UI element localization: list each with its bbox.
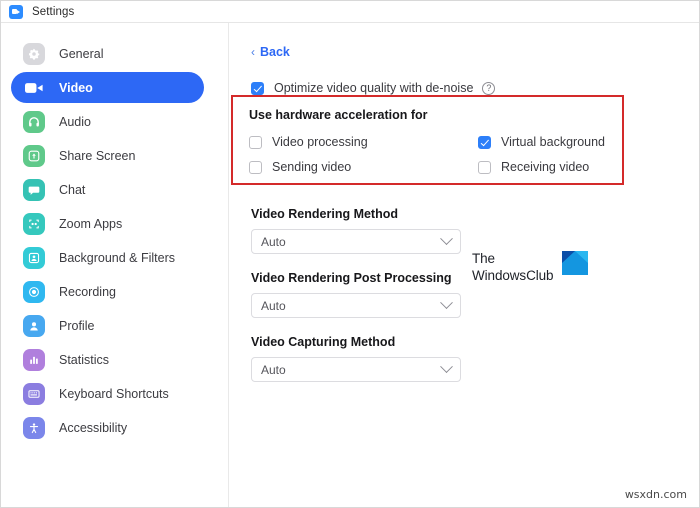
chevron-down-icon <box>440 232 453 245</box>
sidebar-item-label: Accessibility <box>59 421 127 435</box>
brand-line-1: The <box>472 250 553 267</box>
zoom-apps-icon <box>23 213 45 235</box>
title-bar: Settings <box>1 1 699 23</box>
brand-watermark-text: The WindowsClub <box>472 250 553 284</box>
video-capturing-method-select[interactable]: Auto <box>251 357 461 382</box>
video-capturing-method-group: Video Capturing Method Auto <box>251 335 699 382</box>
chevron-down-icon <box>440 360 453 373</box>
back-button[interactable]: ‹ Back <box>251 45 290 59</box>
back-button-label: Back <box>260 45 290 59</box>
sidebar-item-zoom-apps[interactable]: Zoom Apps <box>11 208 204 239</box>
accessibility-icon <box>23 417 45 439</box>
chevron-down-icon <box>440 296 453 309</box>
record-circle-icon <box>23 281 45 303</box>
sidebar-item-accessibility[interactable]: Accessibility <box>11 412 204 443</box>
windowsclub-logo-icon <box>562 251 588 275</box>
video-rendering-post-processing-value: Auto <box>261 299 286 313</box>
sidebar-item-label: Chat <box>59 183 85 197</box>
sidebar-item-label: Statistics <box>59 353 109 367</box>
zoom-camera-icon <box>9 5 23 19</box>
receiving-video-checkbox[interactable] <box>478 161 491 174</box>
sidebar-item-general[interactable]: General <box>11 38 204 69</box>
video-rendering-method-group: Video Rendering Method Auto <box>251 207 699 254</box>
video-rendering-method-label: Video Rendering Method <box>251 207 699 221</box>
sidebar-item-label: Share Screen <box>59 149 135 163</box>
keyboard-icon <box>23 383 45 405</box>
bar-chart-icon <box>23 349 45 371</box>
chat-bubble-icon <box>23 179 45 201</box>
hardware-acceleration-row-1: Video processing Virtual background <box>249 135 622 149</box>
help-icon[interactable]: ? <box>482 82 495 95</box>
sidebar-item-label: General <box>59 47 103 61</box>
video-rendering-post-processing-select[interactable]: Auto <box>251 293 461 318</box>
sidebar-item-label: Video <box>59 81 93 95</box>
window-title: Settings <box>32 6 74 18</box>
sidebar-item-label: Profile <box>59 319 94 333</box>
sidebar-item-share-screen[interactable]: Share Screen <box>11 140 204 171</box>
sending-video-checkbox[interactable] <box>249 161 262 174</box>
headphones-icon <box>23 111 45 133</box>
sidebar-item-label: Background & Filters <box>59 251 175 265</box>
hardware-acceleration-title: Use hardware acceleration for <box>249 108 622 122</box>
window-body: General Video Audio Share Screen <box>1 23 699 507</box>
sidebar-item-keyboard-shortcuts[interactable]: Keyboard Shortcuts <box>11 378 204 409</box>
virtual-background-checkbox[interactable] <box>478 136 491 149</box>
video-processing-checkbox[interactable] <box>249 136 262 149</box>
sidebar-item-recording[interactable]: Recording <box>11 276 204 307</box>
denoise-checkbox-row[interactable]: Optimize video quality with de-noise ? <box>251 81 699 95</box>
hardware-acceleration-highlight: Use hardware acceleration for Video proc… <box>231 95 624 185</box>
receiving-video-label: Receiving video <box>501 160 589 174</box>
video-camera-icon <box>23 77 45 99</box>
sidebar-item-label: Audio <box>59 115 91 129</box>
virtual-background-label: Virtual background <box>501 135 605 149</box>
sidebar-item-label: Keyboard Shortcuts <box>59 387 169 401</box>
person-icon <box>23 315 45 337</box>
video-rendering-method-value: Auto <box>261 235 286 249</box>
denoise-label: Optimize video quality with de-noise <box>274 81 473 95</box>
gear-icon <box>23 43 45 65</box>
video-processing-label: Video processing <box>272 135 368 149</box>
receiving-video-row[interactable]: Receiving video <box>478 160 589 174</box>
background-filters-icon <box>23 247 45 269</box>
video-settings-panel: ‹ Back Optimize video quality with de-no… <box>229 23 699 507</box>
video-capturing-method-value: Auto <box>261 363 286 377</box>
hardware-acceleration-row-2: Sending video Receiving video <box>249 160 622 174</box>
settings-window: Settings General Video Audio <box>0 0 700 508</box>
sidebar-item-statistics[interactable]: Statistics <box>11 344 204 375</box>
sidebar-item-chat[interactable]: Chat <box>11 174 204 205</box>
site-watermark: wsxdn.com <box>625 488 687 501</box>
sidebar-item-profile[interactable]: Profile <box>11 310 204 341</box>
video-rendering-method-select[interactable]: Auto <box>251 229 461 254</box>
sending-video-row[interactable]: Sending video <box>249 160 478 174</box>
denoise-checkbox[interactable] <box>251 82 264 95</box>
sidebar-item-video[interactable]: Video <box>11 72 204 103</box>
settings-sidebar: General Video Audio Share Screen <box>1 23 229 507</box>
brand-line-2: WindowsClub <box>472 267 553 284</box>
virtual-background-row[interactable]: Virtual background <box>478 135 605 149</box>
sidebar-item-label: Recording <box>59 285 116 299</box>
sidebar-item-label: Zoom Apps <box>59 217 122 231</box>
share-screen-icon <box>23 145 45 167</box>
chevron-left-icon: ‹ <box>251 45 255 59</box>
video-processing-row[interactable]: Video processing <box>249 135 478 149</box>
sidebar-item-background-filters[interactable]: Background & Filters <box>11 242 204 273</box>
brand-watermark: The WindowsClub <box>472 250 588 284</box>
sending-video-label: Sending video <box>272 160 351 174</box>
video-capturing-method-label: Video Capturing Method <box>251 335 699 349</box>
sidebar-item-audio[interactable]: Audio <box>11 106 204 137</box>
